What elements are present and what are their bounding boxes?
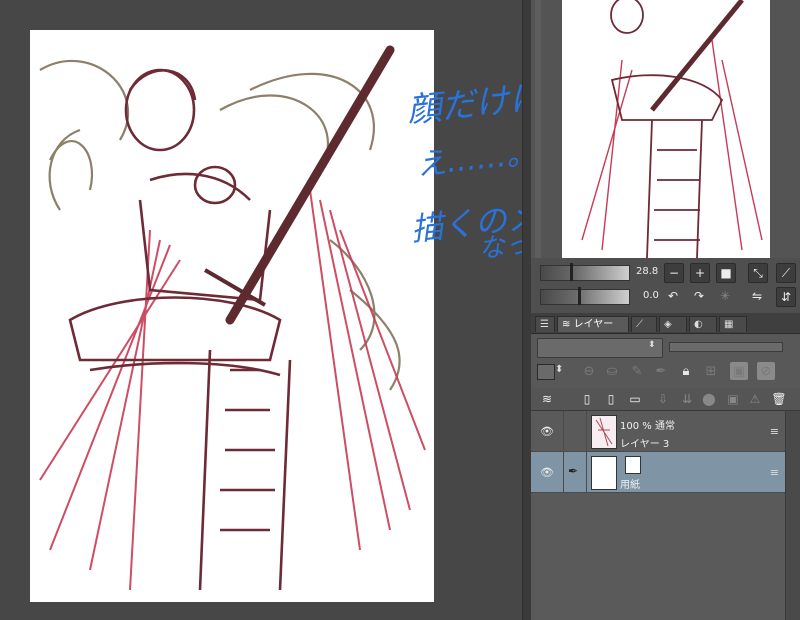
- canvas-paper[interactable]: [30, 30, 434, 602]
- mask-icon[interactable]: ▣: [725, 391, 741, 407]
- new-raster-layer-icon[interactable]: ▯: [579, 391, 595, 407]
- flip-horizontal-icon[interactable]: ⤡: [748, 263, 768, 283]
- visibility-eye-icon[interactable]: 👁︎: [540, 425, 554, 438]
- layer-opacity-bar[interactable]: [669, 342, 783, 352]
- layer-thumbnail: [591, 415, 617, 449]
- zoom-in-icon[interactable]: +: [690, 263, 710, 283]
- layer-thumbnail: [591, 456, 617, 490]
- texture-icon: ▦: [724, 319, 734, 330]
- brush-size-slider-knob[interactable]: [570, 263, 573, 281]
- fit-screen-icon[interactable]: ■: [716, 263, 736, 283]
- new-folder-icon[interactable]: ▭: [627, 391, 643, 407]
- layer-list-icon[interactable]: ≋: [539, 391, 555, 407]
- zoom-out-icon[interactable]: −: [664, 263, 684, 283]
- brush-icon: ⟋: [636, 319, 643, 330]
- opacity-value: 0.0: [643, 290, 659, 301]
- rotate-right-icon[interactable]: ↷: [690, 287, 708, 305]
- layer-color-chevron-icon: ⬍: [555, 364, 564, 375]
- brush-size-value: 28.8: [636, 266, 659, 277]
- opacity-slider[interactable]: [540, 289, 630, 305]
- layer-color-swatch[interactable]: [537, 364, 555, 380]
- layer-list: 👁︎ 100 % 通常 レイヤー 3 ≡ 👁︎ ✒ 用紙 ≡: [531, 411, 785, 620]
- clip-icon[interactable]: ⊖: [580, 362, 598, 380]
- layer-stack-icon: ≋: [562, 319, 574, 330]
- lock-icon[interactable]: 🔒︎: [677, 362, 695, 380]
- tab-menu-icon[interactable]: ☰: [535, 316, 555, 332]
- pen-target-icon: ✒: [568, 464, 579, 478]
- navigator-preview[interactable]: [562, 0, 770, 258]
- trash-icon[interactable]: 🗑︎: [771, 391, 787, 407]
- navigator-thumbnail: [581, 0, 763, 258]
- blend-mode-chevron-icon: ⬍: [648, 340, 656, 350]
- tab-layer-label: レイヤー: [573, 319, 614, 330]
- layer-menu-icon[interactable]: ≡: [770, 425, 779, 438]
- ruler-enable-icon[interactable]: ⊘: [757, 362, 775, 380]
- layer-row[interactable]: 👁︎ ✒ 用紙 ≡: [531, 452, 785, 493]
- rotate-left-icon[interactable]: ↶: [664, 287, 682, 305]
- ruler-icon[interactable]: ⚠: [747, 391, 763, 407]
- mask-enable-icon[interactable]: ▣: [730, 362, 748, 380]
- combine-icon[interactable]: ⬤: [701, 391, 717, 407]
- correction-icon: ◐: [694, 319, 703, 330]
- layer-blend-label: 100 % 通常: [620, 421, 675, 432]
- paper-layer-icon: [625, 456, 641, 474]
- layer-edit-target-cell[interactable]: ✒: [563, 452, 587, 492]
- layer-command-bar: ≋ ▯ ▯ ▭ ⇩ ⇊ ⬤ ▣ ⚠ 🗑︎: [531, 388, 800, 411]
- tab-layer[interactable]: ≋ レイヤー: [557, 316, 629, 332]
- lock-transparency-icon[interactable]: ⊞: [702, 362, 720, 380]
- opacity-slider-knob[interactable]: [578, 287, 581, 305]
- flip-vertical-icon[interactable]: ⇵: [776, 287, 796, 307]
- layer-name-label: レイヤー 3: [620, 439, 670, 450]
- draft-layer-icon[interactable]: ✎: [628, 362, 646, 380]
- layer-row[interactable]: 👁︎ 100 % 通常 レイヤー 3 ≡: [531, 411, 785, 452]
- material-icon: ◈: [664, 319, 672, 330]
- merge-down-icon[interactable]: ⇊: [679, 391, 695, 407]
- brush-size-slider[interactable]: [540, 265, 630, 281]
- navigator-scrollbar[interactable]: [535, 0, 541, 258]
- layer-list-scrollbar[interactable]: [785, 411, 800, 620]
- tab-texture[interactable]: ▦: [719, 316, 747, 332]
- blend-mode-select[interactable]: [537, 338, 663, 358]
- layer-name-label: 用紙: [620, 480, 640, 491]
- layer-edit-target-cell[interactable]: [563, 411, 587, 451]
- transfer-down-icon[interactable]: ⇩: [655, 391, 671, 407]
- panel-tab-bar: ☰ ≋ レイヤー ⟋ ◈ ◐ ▦: [531, 313, 800, 334]
- sketch-drawing: [39, 45, 426, 591]
- rotate-icon[interactable]: ⟋: [776, 263, 796, 283]
- visibility-eye-icon[interactable]: 👁︎: [540, 466, 554, 479]
- reference-layer-icon[interactable]: ⛀: [603, 362, 621, 380]
- reset-rotation-icon[interactable]: ✳: [716, 287, 734, 305]
- flip-icon[interactable]: ⇋: [748, 287, 766, 305]
- tab-material[interactable]: ◈: [659, 316, 687, 332]
- layer-thumbnail-sketch: [595, 417, 613, 447]
- tab-brush[interactable]: ⟋: [631, 316, 657, 332]
- tab-correction[interactable]: ◐: [689, 316, 717, 332]
- new-vector-layer-icon[interactable]: ▯: [603, 391, 619, 407]
- pen-icon[interactable]: ✒: [652, 362, 670, 380]
- layer-menu-icon[interactable]: ≡: [770, 466, 779, 479]
